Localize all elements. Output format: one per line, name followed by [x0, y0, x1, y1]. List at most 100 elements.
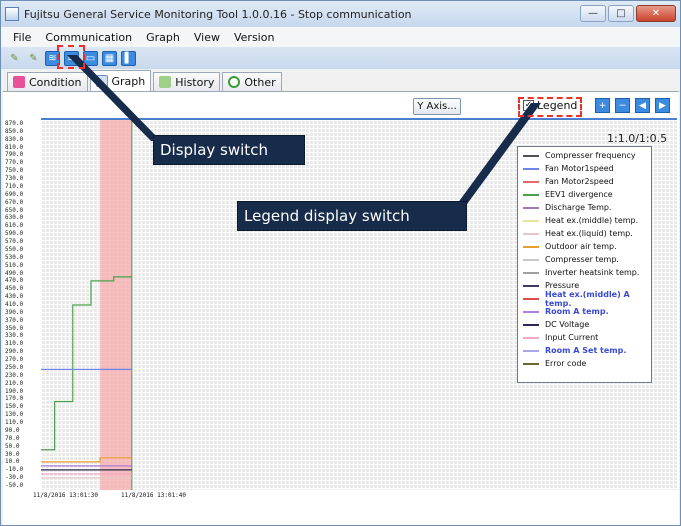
legend-item: Inverter heatsink temp. — [518, 266, 651, 279]
y-tick-label: 190.0 — [5, 387, 24, 395]
legend-item: Fan Motor2speed — [518, 175, 651, 188]
tab-history-label: History — [175, 75, 215, 89]
display-switch-grid-icon[interactable]: ▦ — [102, 50, 117, 66]
legend-item: EEV1 divergence — [518, 188, 651, 201]
x-tick-label: 11/8/2016 13:01:30 — [33, 492, 99, 499]
zoom-ratio: 1:1.0/1:0.5 — [607, 132, 668, 145]
legend-swatch — [523, 245, 539, 248]
y-tick-label: 530.0 — [5, 253, 24, 261]
y-tick-label: -30.0 — [5, 474, 24, 482]
legend-item: Heat ex.(middle) A temp. — [518, 289, 651, 308]
y-tick-label: 790.0 — [5, 151, 24, 159]
legend-swatch — [523, 206, 539, 209]
display-switch-panel-icon[interactable]: ▌ — [121, 50, 136, 66]
menu-graph[interactable]: Graph — [146, 31, 180, 44]
display-switch-split-icon[interactable]: ≡ — [64, 50, 79, 66]
legend-label: DC Voltage — [545, 320, 590, 329]
y-tick-label: 70.0 — [5, 434, 20, 442]
y-tick-label: 710.0 — [5, 182, 24, 190]
menu-version[interactable]: Version — [234, 31, 274, 44]
legend-swatch — [523, 284, 539, 287]
legend-swatch — [523, 167, 539, 170]
legend-item: Fan Motor1speed — [518, 162, 651, 175]
y-tick-label: 690.0 — [5, 190, 24, 198]
scroll-right-icon[interactable]: ▶ — [655, 98, 670, 113]
legend-swatch — [523, 193, 539, 196]
y-tick-label: 230.0 — [5, 371, 24, 379]
legend-swatch — [523, 297, 539, 300]
display-switch-horizontal-icon[interactable]: ▭ — [83, 50, 98, 66]
y-tick-label: 670.0 — [5, 198, 24, 206]
y-tick-label: 650.0 — [5, 206, 24, 214]
legend-label: Heat ex.(middle) A temp. — [545, 289, 630, 308]
y-tick-label: 390.0 — [5, 308, 24, 316]
y-tick-label: 90.0 — [5, 426, 20, 434]
y-tick-label: 370.0 — [5, 316, 24, 324]
legend-label: Fan Motor1speed — [545, 164, 614, 173]
legend-toggle[interactable]: ✓ Legend — [523, 99, 577, 112]
toolbar: ✎ ✎ ≋ ≡ ▭ ▦ ▌ — [1, 47, 680, 69]
x-tick-label: 11/8/2016 13:01:40 — [121, 492, 187, 499]
legend-label: Compresser temp. — [545, 255, 619, 264]
connect-icon[interactable]: ✎ — [7, 51, 22, 66]
zoom-out-icon[interactable]: − — [615, 98, 630, 113]
legend-swatch — [523, 219, 539, 222]
menu-view[interactable]: View — [194, 31, 220, 44]
y-tick-label: 550.0 — [5, 245, 24, 253]
maximize-button[interactable]: □ — [608, 5, 634, 22]
tab-history[interactable]: History — [153, 72, 221, 91]
y-tick-label: 170.0 — [5, 395, 24, 403]
menu-bar: File Communication Graph View Version — [1, 27, 680, 47]
scroll-left-icon[interactable]: ◀ — [635, 98, 650, 113]
y-tick-label: 770.0 — [5, 159, 24, 167]
legend-label: Room A Set temp. — [545, 346, 627, 355]
display-switch-graph-icon[interactable]: ≋ — [45, 50, 60, 66]
y-tick-label: 130.0 — [5, 411, 24, 419]
tab-condition[interactable]: Condition — [7, 72, 88, 91]
legend-swatch — [523, 154, 539, 157]
legend-item: Room A Set temp. — [518, 344, 651, 357]
legend-swatch — [523, 271, 539, 274]
legend-label: Input Current — [545, 333, 599, 342]
legend-label: Room A temp. — [545, 307, 609, 316]
y-tick-label: 110.0 — [5, 419, 24, 427]
legend-swatch — [523, 323, 539, 326]
tab-graph[interactable]: Graph — [89, 70, 152, 91]
legend-label: Heat ex.(middle) temp. — [545, 216, 639, 225]
tab-other-label: Other — [244, 75, 276, 89]
y-tick-label: 610.0 — [5, 222, 24, 230]
disconnect-icon[interactable]: ✎ — [26, 51, 41, 66]
zoom-in-icon[interactable]: + — [595, 98, 610, 113]
menu-communication[interactable]: Communication — [45, 31, 132, 44]
other-icon — [228, 76, 241, 88]
graph-panel: Y Axis... ✓ Legend + − ◀ ▶ 870.0 850.0 830… — [3, 91, 679, 525]
menu-file[interactable]: File — [13, 31, 31, 44]
y-tick-label: 470.0 — [5, 277, 24, 285]
legend-checkbox-label: Legend — [537, 99, 578, 112]
app-icon — [5, 7, 19, 21]
y-axis-button[interactable]: Y Axis... — [413, 98, 461, 115]
legend-label: Fan Motor2speed — [545, 177, 614, 186]
legend-checkbox[interactable]: ✓ — [523, 100, 534, 111]
legend-item: Input Current — [518, 331, 651, 344]
y-tick-label: 270.0 — [5, 356, 24, 364]
tab-condition-label: Condition — [29, 75, 82, 89]
tab-other[interactable]: Other — [222, 72, 282, 91]
window-title: Fujitsu General Service Monitoring Tool … — [24, 7, 412, 21]
y-tick-label: 830.0 — [5, 135, 24, 143]
x-axis-labels: 11/8/2016 13:01:30 11/8/2016 13:01:40 — [33, 492, 673, 506]
y-tick-label: 430.0 — [5, 293, 24, 301]
window-controls: — □ ✕ — [580, 5, 676, 22]
app-window: Fujitsu General Service Monitoring Tool … — [0, 0, 681, 526]
legend-item: Outdoor air temp. — [518, 240, 651, 253]
legend-label: Error code — [545, 359, 587, 368]
y-tick-label: 150.0 — [5, 403, 24, 411]
y-tick-label: 50.0 — [5, 442, 20, 450]
y-tick-label: 490.0 — [5, 269, 24, 277]
close-button[interactable]: ✕ — [636, 5, 676, 22]
legend-item: Error code — [518, 357, 651, 370]
graph-icon — [95, 75, 108, 87]
tab-graph-label: Graph — [111, 74, 146, 88]
minimize-button[interactable]: — — [580, 5, 606, 22]
time-marker-band — [100, 120, 132, 490]
